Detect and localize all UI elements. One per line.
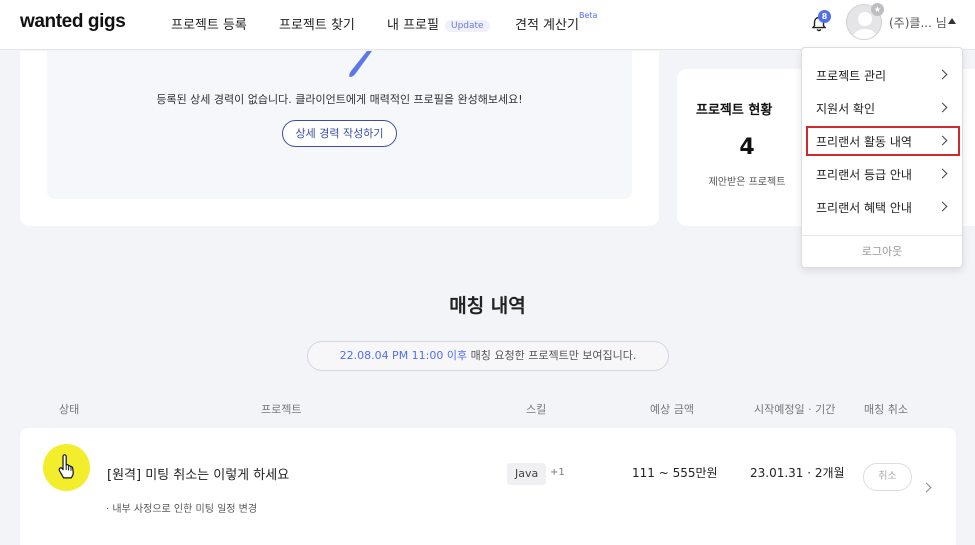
column-header-amount: 예상 금액	[650, 403, 694, 416]
table-row[interactable]: [원격] 미팅 취소는 이렇게 하세요 · 내부 사정으로 인한 미팅 일정 변…	[20, 428, 956, 545]
chevron-right-icon	[937, 201, 948, 212]
menu-item-label: 프로젝트 관리	[816, 69, 887, 83]
menu-item-application-check[interactable]: 지원서 확인	[806, 93, 960, 123]
column-header-skill: 스킬	[526, 403, 547, 416]
menu-item-label: 프리랜서 혜택 안내	[816, 201, 912, 215]
nav-project-find[interactable]: 프로젝트 찾기	[279, 14, 355, 33]
pen-illustration-icon	[349, 51, 372, 77]
menu-item-label: 프리랜서 등급 안내	[816, 168, 912, 182]
cancel-matching-button[interactable]: 취소	[863, 463, 912, 491]
column-header-cancel: 매칭 취소	[864, 403, 908, 416]
career-empty-message: 등록된 상세 경력이 없습니다. 클라이언트에게 매력적인 프로필을 완성해보세…	[156, 93, 523, 106]
menu-item-freelancer-activity[interactable]: 프리랜서 활동 내역	[806, 126, 960, 156]
column-header-period: 시작예정일 · 기간	[754, 403, 836, 416]
project-note: · 내부 사정으로 인한 미팅 일정 변경	[106, 504, 258, 515]
menu-item-freelancer-grade[interactable]: 프리랜서 등급 안내	[806, 159, 960, 189]
notice-date-highlight: 22.08.04 PM 11:00 이후	[339, 349, 468, 362]
nav-estimate-calculator[interactable]: 견적 계산기	[515, 14, 579, 33]
logout-button[interactable]: 로그아웃	[802, 243, 962, 259]
column-header-status: 상태	[59, 403, 80, 416]
top-header: wanted gigs 프로젝트 등록 프로젝트 찾기 내 프로필 Update …	[0, 0, 975, 50]
menu-item-label: 지원서 확인	[816, 102, 876, 116]
skill-more-count: +1	[550, 467, 565, 478]
matching-section-title: 매칭 내역	[449, 295, 526, 317]
profile-career-card: 등록된 상세 경력이 없습니다. 클라이언트에게 매력적인 프로필을 완성해보세…	[20, 51, 659, 226]
matching-notice: 22.08.04 PM 11:00 이후 매칭 요청한 프로젝트만 보여집니다.	[307, 341, 669, 371]
nav-my-profile-label: 내 프로필	[387, 18, 439, 33]
project-status-title: 프로젝트 현황	[696, 103, 773, 118]
nav-my-profile[interactable]: 내 프로필 Update	[387, 14, 490, 33]
notification-count-badge: 8	[818, 10, 831, 23]
chevron-right-icon	[937, 135, 948, 146]
column-header-project: 프로젝트	[261, 403, 302, 416]
proposed-project-label: 제안받은 프로젝트	[708, 177, 786, 188]
skill-chip: Java	[507, 463, 547, 485]
menu-divider	[802, 235, 962, 236]
proposed-project-count[interactable]: 4	[677, 135, 817, 160]
menu-item-label: 프리랜서 활동 내역	[816, 135, 912, 149]
chevron-right-icon	[937, 69, 948, 80]
user-dropdown-menu: 프로젝트 관리 지원서 확인 프리랜서 활동 내역 프리랜서 등급 안내 프리랜…	[801, 47, 963, 268]
project-title[interactable]: [원격] 미팅 취소는 이렇게 하세요	[107, 464, 289, 483]
beta-label: Beta	[579, 11, 598, 20]
career-empty-panel: 등록된 상세 경력이 없습니다. 클라이언트에게 매력적인 프로필을 완성해보세…	[47, 51, 632, 199]
notice-text: 매칭 요청한 프로젝트만 보여집니다.	[467, 349, 637, 362]
star-icon: ★	[871, 3, 884, 16]
chevron-right-icon	[937, 168, 948, 179]
caret-up-icon[interactable]	[948, 18, 956, 24]
chevron-right-icon	[937, 102, 948, 113]
start-date-period: 23.01.31 · 2개월	[750, 466, 845, 480]
expected-amount: 111 ~ 555만원	[632, 466, 718, 480]
write-career-button[interactable]: 상세 경력 작성하기	[282, 120, 397, 147]
menu-item-project-management[interactable]: 프로젝트 관리	[806, 60, 960, 90]
update-badge: Update	[444, 20, 490, 32]
user-name[interactable]: (주)클... 님	[889, 14, 947, 31]
logo[interactable]: wanted gigs	[20, 11, 126, 33]
chevron-right-icon[interactable]	[921, 482, 932, 493]
nav-project-register[interactable]: 프로젝트 등록	[171, 14, 247, 33]
cursor-highlight	[43, 444, 90, 491]
hand-pointer-icon	[58, 454, 74, 479]
menu-item-freelancer-benefits[interactable]: 프리랜서 혜택 안내	[806, 192, 960, 222]
